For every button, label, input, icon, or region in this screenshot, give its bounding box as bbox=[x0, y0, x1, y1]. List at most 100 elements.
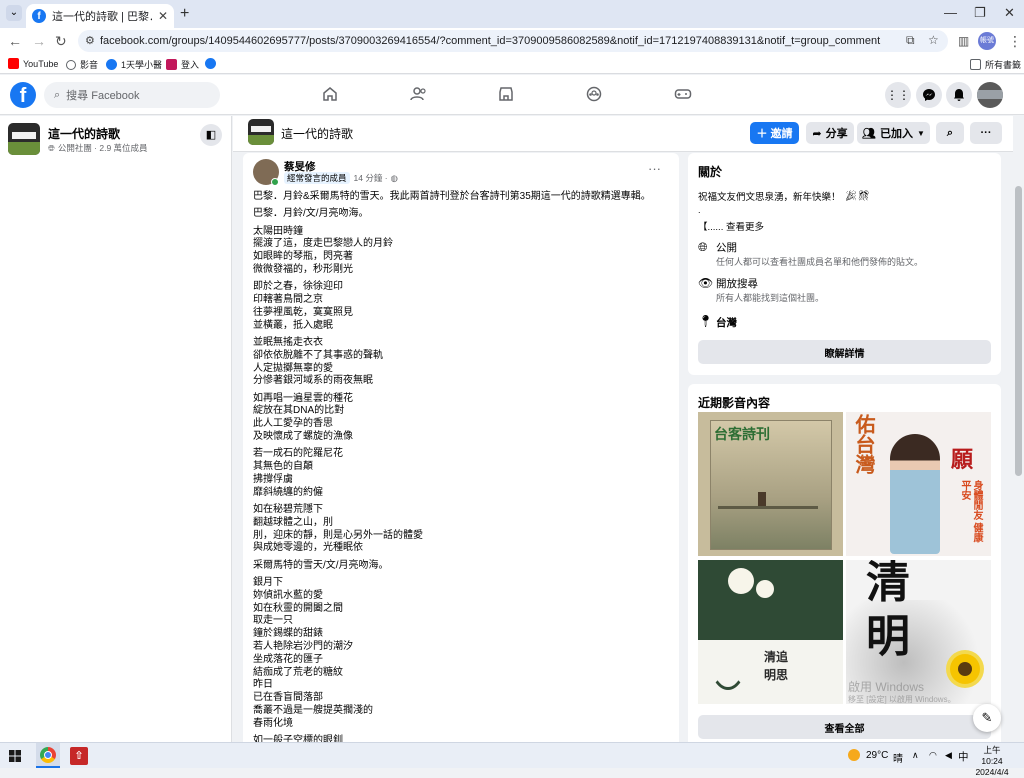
windows-taskbar: ⇧ 29°C 晴 ∧ ◠ ◀︎ 中 上午 10:24 2024/4/4 bbox=[0, 742, 1024, 777]
page-scrollbar[interactable] bbox=[1013, 116, 1024, 744]
facebook-icon bbox=[106, 59, 117, 70]
group-header-title[interactable]: 這一代的詩歌 bbox=[281, 125, 353, 142]
see-more-link[interactable]: 【...... 查看更多 bbox=[698, 219, 764, 233]
bookmark-label: 登入 bbox=[181, 60, 200, 70]
media-tile-1[interactable]: 台客詩刊 bbox=[698, 412, 843, 556]
eye-icon: 👁︎ bbox=[698, 276, 714, 290]
invite-button[interactable]: ＋ 邀請 bbox=[750, 122, 799, 144]
clock-date: 2024/4/4 bbox=[975, 767, 1009, 777]
site-info-icon[interactable]: ⚙ bbox=[85, 34, 95, 47]
bookmark-youtube[interactable]: YouTube bbox=[8, 58, 58, 69]
location-pin-icon: 📍︎ bbox=[698, 314, 714, 328]
online-status-dot bbox=[271, 178, 279, 186]
collapse-sidebar-icon[interactable]: ◧ bbox=[200, 124, 222, 146]
sidebar-group-name[interactable]: 這一代的詩歌 bbox=[48, 125, 120, 142]
browser-tab[interactable]: f 這一代的詩歌 | 巴黎．月鈴&采 ✕ bbox=[26, 4, 174, 28]
about-card: 關於 祝福文友們文思泉湧，新年快樂！ 🎉︎🎊︎ . 【...... 查看更多 🌐… bbox=[688, 153, 1001, 375]
friends-icon[interactable] bbox=[410, 86, 428, 102]
post-body: 巴黎．月鈴&采爾馬特的雪天。我此兩首詩刊登於台客詩刊第35期這一代的詩歌精選專輯… bbox=[253, 191, 669, 748]
bookmark-star-icon[interactable]: ☆ bbox=[928, 33, 939, 47]
menu-grid-icon[interactable]: ⋮⋮ bbox=[885, 82, 911, 108]
all-bookmarks[interactable]: 所有書籤 bbox=[970, 58, 1021, 71]
more-dots-icon: ··· bbox=[980, 127, 992, 139]
bookmark-label: 1天學小醫 bbox=[121, 60, 163, 70]
bookmark-facebook[interactable] bbox=[205, 58, 220, 69]
bookmark-facebook-page[interactable]: 1天學小醫 bbox=[106, 58, 162, 71]
gaming-icon[interactable] bbox=[674, 86, 692, 102]
facebook-logo[interactable]: f bbox=[10, 82, 36, 108]
url-text: facebook.com/groups/1409544602695777/pos… bbox=[100, 35, 881, 47]
visible-desc: 所有人都能找到這個社團。 bbox=[716, 293, 825, 303]
group-thumbnail[interactable] bbox=[8, 123, 40, 155]
tile2-sub-text: 身體閒友 健康平安 bbox=[959, 480, 982, 543]
tab-search-icon[interactable]: ⌄ bbox=[6, 5, 22, 21]
notifications-bell-icon[interactable] bbox=[946, 82, 972, 108]
minimize-icon[interactable]: — bbox=[944, 5, 957, 20]
bookmark-video[interactable]: 影音 bbox=[66, 58, 98, 71]
member-badge[interactable]: 經常發言的成員 bbox=[284, 172, 350, 184]
post-more-icon[interactable]: ··· bbox=[648, 161, 661, 176]
marketplace-icon[interactable] bbox=[498, 86, 514, 102]
group-more-button[interactable]: ··· bbox=[970, 122, 1002, 144]
location-text: 台灣 bbox=[716, 317, 737, 329]
weather-condition[interactable]: 晴 bbox=[893, 750, 903, 765]
group-header-thumbnail[interactable] bbox=[248, 119, 274, 145]
install-app-icon[interactable]: ⧉ bbox=[906, 33, 915, 48]
see-all-button[interactable]: 查看全部 bbox=[698, 715, 991, 739]
groups-icon[interactable] bbox=[586, 86, 602, 102]
side-panel-icon[interactable]: ▥ bbox=[958, 34, 969, 48]
media-tile-2[interactable]: 佑台灣 願 身體閒友 健康平安 bbox=[846, 412, 991, 556]
back-arrow-icon[interactable]: ← bbox=[8, 33, 22, 49]
taskbar-chrome[interactable] bbox=[36, 743, 60, 768]
tray-chevron-icon[interactable]: ∧ bbox=[912, 750, 919, 761]
messenger-icon[interactable] bbox=[916, 82, 942, 108]
close-window-icon[interactable]: ✕ bbox=[1004, 5, 1015, 21]
facebook-header: f ⌕ 搜尋 Facebook ⋮⋮ bbox=[0, 75, 1024, 115]
search-icon: ⌕ bbox=[54, 88, 61, 101]
share-button[interactable]: ➦ 分享 bbox=[806, 122, 854, 144]
joined-button[interactable]: 👥︎ 已加入 ▼ bbox=[857, 122, 930, 144]
taskbar-app-icon[interactable]: ⇧ bbox=[70, 747, 88, 765]
post-time[interactable]: 14 分鐘 · bbox=[354, 172, 388, 184]
wifi-icon[interactable]: ◠ bbox=[929, 750, 937, 761]
facebook-search-input[interactable]: ⌕ 搜尋 Facebook bbox=[44, 82, 220, 108]
forward-arrow-icon[interactable]: → bbox=[32, 33, 46, 49]
tile3-title: 清追 明思 bbox=[764, 650, 789, 682]
post-paragraph: 如在秘碧荒隱下 翻越球體之山，刖 刖，迎床的靜，則是心另外一話的體愛 與成她零邊… bbox=[253, 504, 423, 554]
about-dot: . bbox=[698, 205, 701, 215]
folder-icon bbox=[970, 59, 981, 70]
reload-icon[interactable]: ↻ bbox=[55, 33, 67, 50]
bookmark-login[interactable]: 登入 bbox=[166, 58, 199, 71]
new-message-compose-icon[interactable]: ✎ bbox=[973, 704, 1001, 732]
temperature[interactable]: 29°C bbox=[866, 750, 888, 761]
bookmark-label: 影音 bbox=[80, 60, 99, 70]
new-tab-button[interactable]: + bbox=[180, 5, 189, 23]
group-header-bar: 這一代的詩歌 ＋ 邀請 ➦ 分享 👥︎ 已加入 ▼ ⌕ ··· bbox=[233, 116, 1024, 152]
post-paragraph: 若一成石的陀羅尼花 其無色的自顛 拂撐俘虜 靡斜繞纏的約僱 bbox=[253, 448, 343, 498]
account-avatar[interactable] bbox=[977, 82, 1003, 108]
scrollbar-thumb[interactable] bbox=[1015, 186, 1022, 476]
activate-windows-watermark: 啟用 Windows bbox=[848, 680, 925, 694]
bookmarks-bar: YouTube 影音 1天學小醫 登入 所有書籤 bbox=[0, 54, 1024, 74]
public-desc: 任何人都可以查看社團成員名單和他們發佈的貼文。 bbox=[716, 257, 924, 267]
restore-icon[interactable]: ❐ bbox=[974, 5, 986, 21]
public-title: 公開 bbox=[716, 242, 737, 254]
profile-avatar[interactable]: 帳號 bbox=[978, 32, 996, 50]
browser-toolbar: ← → ↻ ⚙ facebook.com/groups/140954460269… bbox=[0, 28, 1024, 54]
address-bar[interactable]: ⚙ facebook.com/groups/1409544602695777/p… bbox=[78, 30, 948, 52]
about-description: 祝福文友們文思泉湧，新年快樂！ 🎉︎🎊︎ bbox=[698, 189, 870, 204]
windows-start-icon[interactable] bbox=[9, 750, 21, 762]
taskbar-clock[interactable]: 上午 10:24 2024/4/4 bbox=[950, 745, 1012, 778]
joined-members-icon: 👥︎ bbox=[862, 127, 877, 140]
group-search-button[interactable]: ⌕ bbox=[936, 122, 964, 144]
post-paragraph: 即於之春，徐徐迎印 印轄著鳥間之京 往夢裡風乾，寞寞照見 並橫叢，抵入處眠 bbox=[253, 281, 353, 331]
globe-icon: ◍ bbox=[390, 172, 398, 183]
facebook-icon bbox=[205, 58, 216, 69]
chrome-menu-icon[interactable]: ⋮ bbox=[1008, 33, 1022, 50]
tab-close-icon[interactable]: ✕ bbox=[158, 9, 168, 23]
weather-sun-icon bbox=[848, 749, 860, 761]
search-icon: ⌕ bbox=[946, 126, 954, 139]
media-tile-3[interactable]: 清追 明思 bbox=[698, 560, 843, 704]
learn-more-button[interactable]: 瞭解詳情 bbox=[698, 340, 991, 364]
home-icon[interactable] bbox=[322, 86, 338, 102]
